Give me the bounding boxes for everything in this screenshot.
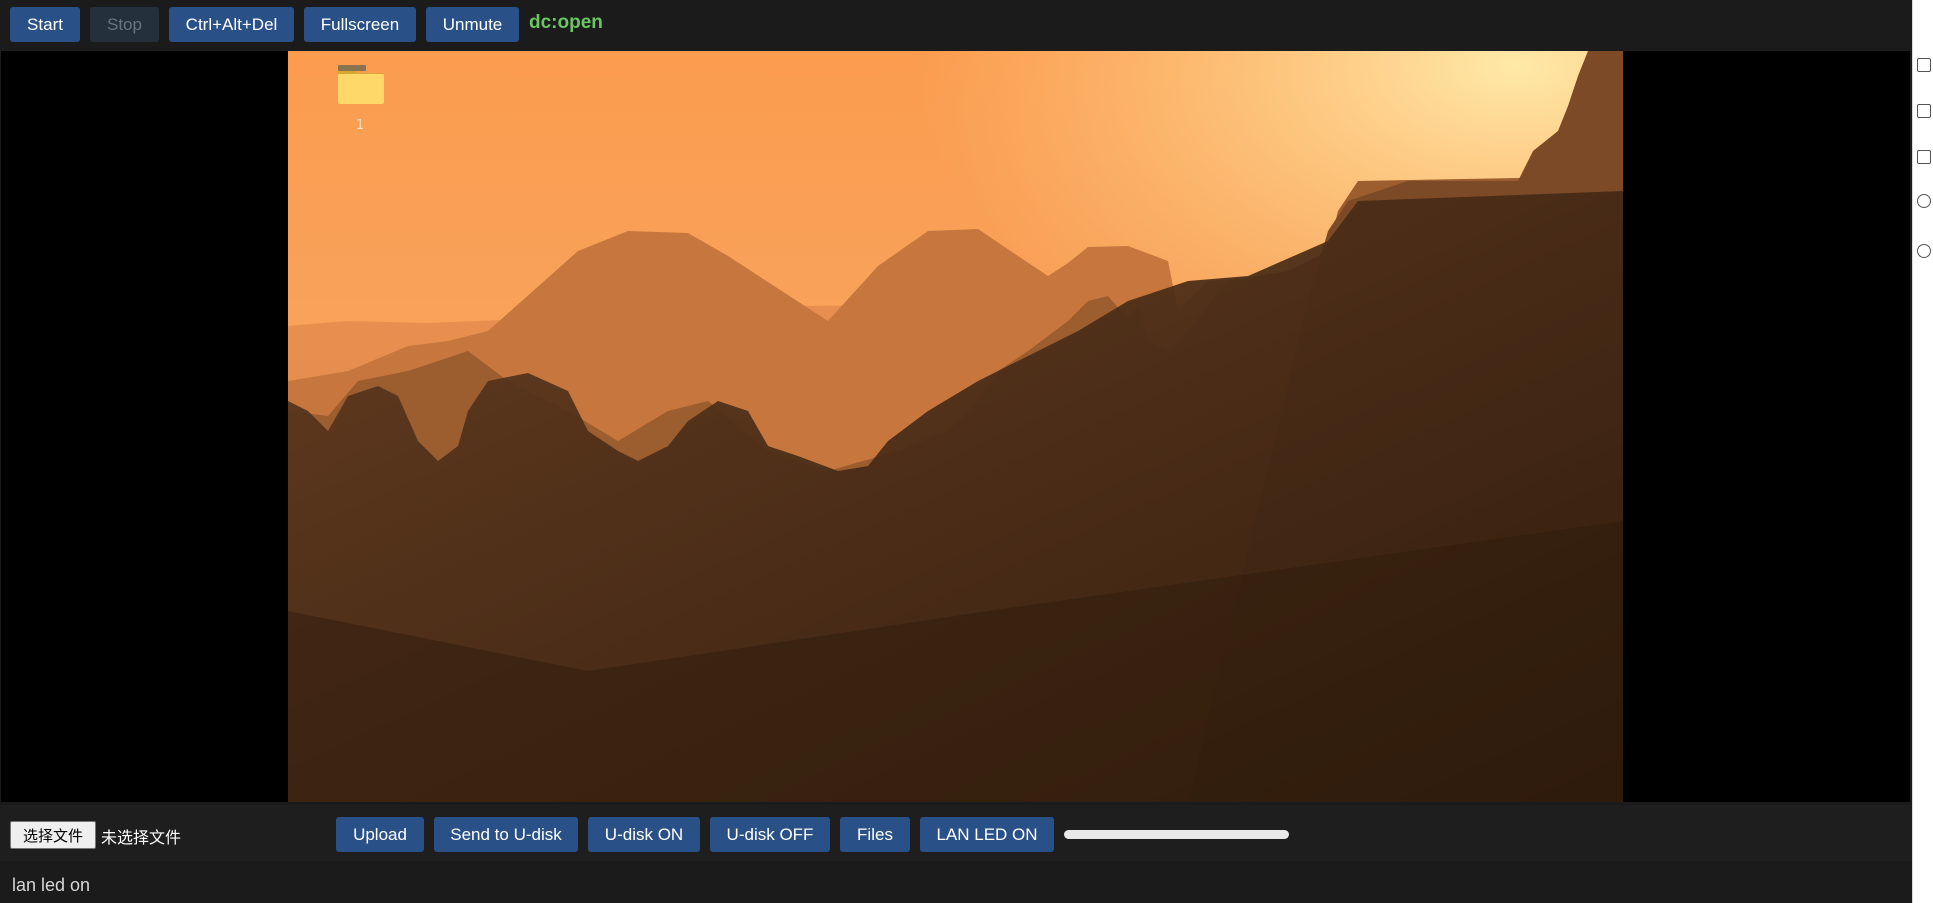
stop-button[interactable]: Stop <box>90 7 159 42</box>
top-toolbar: Start Stop Ctrl+Alt+Del Fullscreen Unmut… <box>0 0 1912 51</box>
connection-status: dc:open <box>529 12 603 33</box>
volume-slider[interactable] <box>1064 830 1289 839</box>
udisk-on-button[interactable]: U-disk ON <box>588 817 700 852</box>
edit-icon[interactable] <box>1917 58 1931 72</box>
desktop-wallpaper <box>288 51 1623 802</box>
clipboard-icon[interactable] <box>1917 150 1931 164</box>
side-tool-panel <box>1912 0 1933 903</box>
unmute-button[interactable]: Unmute <box>426 7 519 42</box>
comment-icon[interactable] <box>1917 194 1931 208</box>
bookmark-icon[interactable] <box>1917 104 1931 118</box>
remote-console-app: Start Stop Ctrl+Alt+Del Fullscreen Unmut… <box>0 0 1912 903</box>
user-icon[interactable] <box>1917 244 1931 258</box>
lan-led-on-button[interactable]: LAN LED ON <box>920 817 1054 852</box>
bottom-controls: 选择文件 未选择文件 Upload Send to U-disk U-disk … <box>0 805 1912 861</box>
udisk-off-button[interactable]: U-disk OFF <box>710 817 830 852</box>
choose-file-button[interactable]: 选择文件 <box>10 821 96 849</box>
start-button[interactable]: Start <box>10 7 80 42</box>
upload-button[interactable]: Upload <box>336 817 424 852</box>
fullscreen-button[interactable]: Fullscreen <box>304 7 416 42</box>
desktop-folder-item[interactable] <box>336 65 384 105</box>
remote-screen-area[interactable]: 1 <box>1 51 1910 802</box>
ctrl-alt-del-button[interactable]: Ctrl+Alt+Del <box>169 7 294 42</box>
remote-desktop[interactable]: 1 <box>288 51 1623 802</box>
status-log-message: lan led on <box>12 875 91 895</box>
no-file-selected-text: 未选择文件 <box>101 828 182 847</box>
send-to-udisk-button[interactable]: Send to U-disk <box>434 817 578 852</box>
files-button[interactable]: Files <box>840 817 910 852</box>
folder-icon <box>338 65 384 104</box>
desktop-folder-label: 1 <box>355 118 365 133</box>
